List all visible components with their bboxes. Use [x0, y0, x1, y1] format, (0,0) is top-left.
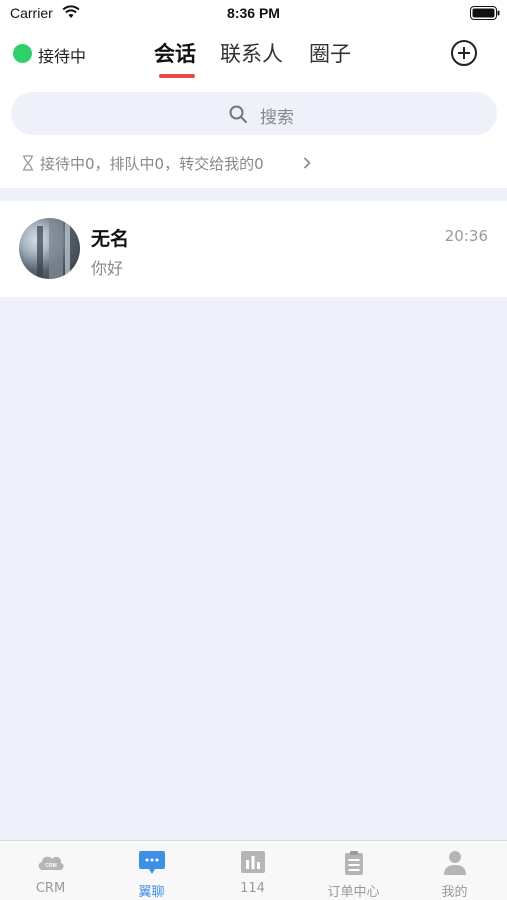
status-bar: Carrier 8:36 PM	[0, 0, 507, 28]
top-header: 接待中 会话 联系人 圈子	[0, 28, 507, 88]
conversation-last-message: 你好	[91, 259, 124, 278]
online-status-dot[interactable]	[13, 44, 32, 63]
clock: 8:36 PM	[227, 5, 280, 21]
chevron-right-icon[interactable]	[303, 157, 311, 169]
nav-order-center[interactable]: 订单中心	[303, 841, 404, 900]
nav-label-114: 114	[240, 881, 265, 896]
conversation-row[interactable]: 无名 你好 20:36	[0, 201, 507, 297]
nav-114[interactable]: 114	[202, 841, 303, 900]
plus-circle-icon[interactable]	[450, 39, 478, 67]
tab-conversations[interactable]: 会话	[154, 38, 196, 68]
avatar	[19, 218, 80, 279]
person-icon	[444, 851, 466, 875]
nav-label-crm: CRM	[35, 881, 66, 896]
chat-bubble-icon	[139, 851, 165, 874]
tab-contacts[interactable]: 联系人	[220, 38, 283, 68]
clipboard-icon	[345, 851, 363, 875]
search-placeholder: 搜索	[260, 108, 294, 128]
bottom-tab-bar: CRM CRM 翼聊 114 订单中心 我的	[0, 840, 507, 900]
search-input[interactable]: 搜索	[11, 92, 497, 135]
queue-summary[interactable]: 接待中0，排队中0，转交给我的0	[40, 153, 264, 174]
nav-label-me: 我的	[441, 885, 468, 900]
active-tab-indicator	[159, 74, 195, 78]
reception-status-label[interactable]: 接待中	[38, 43, 86, 67]
hourglass-icon	[23, 155, 33, 171]
search-icon	[229, 105, 247, 123]
nav-crm[interactable]: CRM CRM	[0, 841, 101, 900]
bar-chart-icon	[241, 851, 265, 873]
nav-label-chat: 翼聊	[138, 885, 165, 900]
conversation-name: 无名	[91, 228, 130, 250]
conversation-time: 20:36	[444, 227, 488, 245]
crm-cloud-icon: CRM	[38, 856, 64, 870]
tab-circle[interactable]: 圈子	[309, 38, 351, 68]
search-section: 搜索 接待中0，排队中0，转交给我的0	[0, 88, 507, 188]
nav-label-order-center: 订单中心	[327, 885, 380, 900]
nav-chat[interactable]: 翼聊	[101, 841, 202, 900]
battery-icon	[470, 6, 500, 20]
svg-text:CRM: CRM	[45, 863, 56, 869]
nav-me[interactable]: 我的	[404, 841, 505, 900]
